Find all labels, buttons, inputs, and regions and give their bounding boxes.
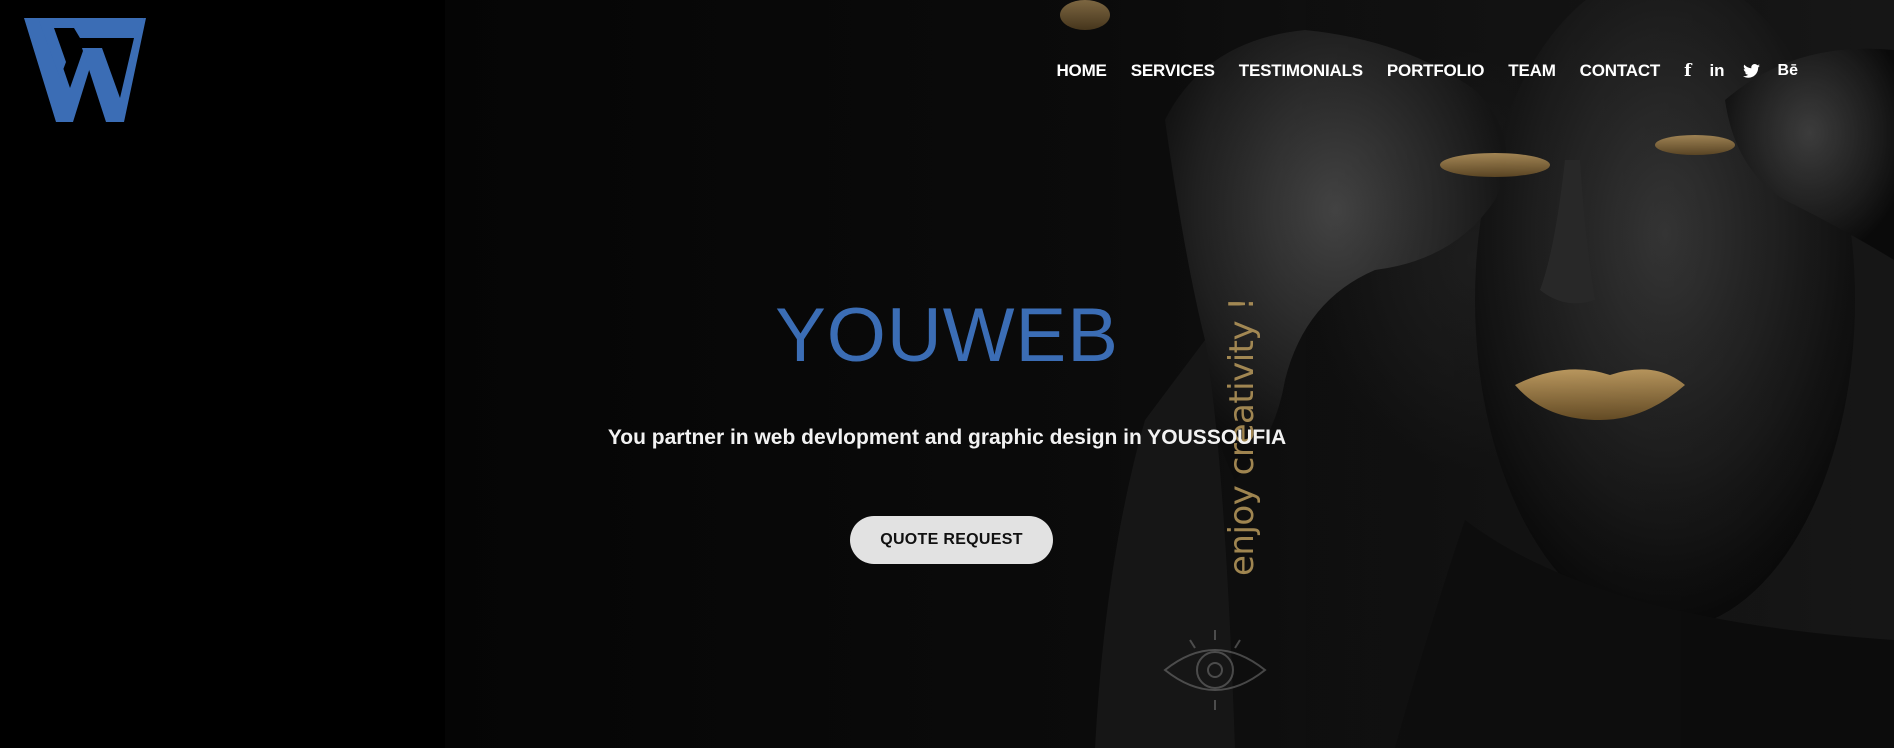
hero-title: YOUWEB — [775, 293, 1119, 378]
quote-request-button[interactable]: QUOTE REQUEST — [850, 516, 1053, 564]
hero-tagline: You partner in web devlopment and graphi… — [607, 426, 1287, 449]
nav-item-contact[interactable]: CONTACT — [1580, 61, 1661, 81]
nav-item-testimonials[interactable]: TESTIMONIALS — [1239, 61, 1363, 81]
nav-item-team[interactable]: TEAM — [1508, 61, 1556, 81]
brand-logo[interactable] — [24, 18, 146, 122]
twitter-icon[interactable] — [1742, 64, 1760, 78]
twitter-bird-shape — [1742, 64, 1760, 78]
hero-section: enjoy creativity ! HOME SERVICES TESTIMO… — [0, 0, 1894, 748]
main-nav: HOME SERVICES TESTIMONIALS PORTFOLIO TEA… — [1056, 59, 1798, 83]
nav-item-home[interactable]: HOME — [1056, 61, 1106, 81]
nav-item-services[interactable]: SERVICES — [1131, 61, 1215, 81]
behance-icon[interactable]: Bē — [1778, 62, 1798, 80]
linkedin-icon[interactable]: in — [1709, 61, 1724, 81]
nav-item-portfolio[interactable]: PORTFOLIO — [1387, 61, 1485, 81]
w-logo-icon — [24, 18, 146, 122]
facebook-icon[interactable]: f — [1684, 61, 1691, 81]
